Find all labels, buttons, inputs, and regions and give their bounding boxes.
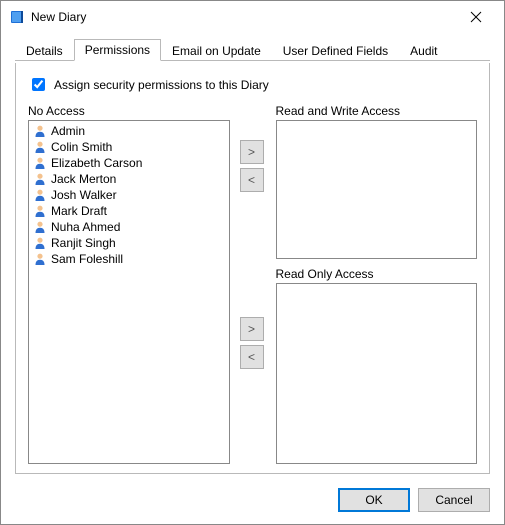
window-title: New Diary (31, 10, 456, 24)
dialog-buttons: OK Cancel (338, 488, 490, 512)
tab-strip: Details Permissions Email on Update User… (15, 39, 490, 61)
list-item-label: Elizabeth Carson (51, 156, 142, 170)
ok-button[interactable]: OK (338, 488, 410, 512)
user-icon (33, 220, 47, 234)
tab-details[interactable]: Details (15, 40, 74, 61)
assign-permissions-row: Assign security permissions to this Diar… (28, 75, 477, 94)
move-left-rw-button[interactable]: < (240, 168, 264, 192)
right-column: Read and Write Access Read Only Access (276, 104, 478, 464)
user-icon (33, 172, 47, 186)
list-item-label: Josh Walker (51, 188, 117, 202)
titlebar: New Diary (1, 1, 504, 33)
list-item-label: Mark Draft (51, 204, 107, 218)
tab-user-defined-fields[interactable]: User Defined Fields (272, 40, 399, 61)
list-item[interactable]: Sam Foleshill (31, 251, 227, 267)
list-item[interactable]: Colin Smith (31, 139, 227, 155)
list-item[interactable]: Jack Merton (31, 171, 227, 187)
list-item-label: Sam Foleshill (51, 252, 123, 266)
assign-permissions-label[interactable]: Assign security permissions to this Diar… (54, 78, 269, 92)
list-item[interactable]: Admin (31, 123, 227, 139)
user-icon (33, 140, 47, 154)
tab-permissions[interactable]: Permissions (74, 39, 161, 61)
user-icon (33, 156, 47, 170)
read-write-label: Read and Write Access (276, 104, 478, 118)
cancel-button[interactable]: Cancel (418, 488, 490, 512)
tab-email-on-update[interactable]: Email on Update (161, 40, 272, 61)
list-item[interactable]: Nuha Ahmed (31, 219, 227, 235)
list-item[interactable]: Ranjit Singh (31, 235, 227, 251)
read-write-section: Read and Write Access (276, 104, 478, 259)
close-icon (470, 11, 482, 23)
no-access-label: No Access (28, 104, 230, 118)
user-icon (33, 236, 47, 250)
list-item[interactable]: Josh Walker (31, 187, 227, 203)
list-item-label: Admin (51, 124, 85, 138)
list-item-label: Ranjit Singh (51, 236, 116, 250)
list-item-label: Nuha Ahmed (51, 220, 120, 234)
close-button[interactable] (456, 3, 496, 31)
no-access-column: No Access Admin Colin Smith Elizabeth Cars… (28, 104, 230, 464)
read-only-label: Read Only Access (276, 267, 478, 281)
read-only-section: Read Only Access (276, 267, 478, 464)
list-item[interactable]: Mark Draft (31, 203, 227, 219)
list-item[interactable]: Elizabeth Carson (31, 155, 227, 171)
user-icon (33, 252, 47, 266)
move-left-ro-button[interactable]: < (240, 345, 264, 369)
transfer-buttons-column: > < > < (240, 104, 266, 464)
move-right-ro-button[interactable]: > (240, 317, 264, 341)
no-access-listbox[interactable]: Admin Colin Smith Elizabeth Carson Jack Mer… (28, 120, 230, 464)
tab-audit[interactable]: Audit (399, 40, 448, 61)
user-icon (33, 204, 47, 218)
tab-content: Assign security permissions to this Diar… (15, 63, 490, 474)
permissions-columns: No Access Admin Colin Smith Elizabeth Cars… (28, 104, 477, 464)
read-only-listbox[interactable] (276, 283, 478, 464)
user-icon (33, 188, 47, 202)
move-right-rw-button[interactable]: > (240, 140, 264, 164)
list-item-label: Colin Smith (51, 140, 112, 154)
user-icon (33, 124, 47, 138)
diary-icon (9, 9, 25, 25)
read-write-listbox[interactable] (276, 120, 478, 259)
assign-permissions-checkbox[interactable] (32, 78, 45, 91)
list-item-label: Jack Merton (51, 172, 116, 186)
dialog-window: New Diary Details Permissions Email on U… (0, 0, 505, 525)
